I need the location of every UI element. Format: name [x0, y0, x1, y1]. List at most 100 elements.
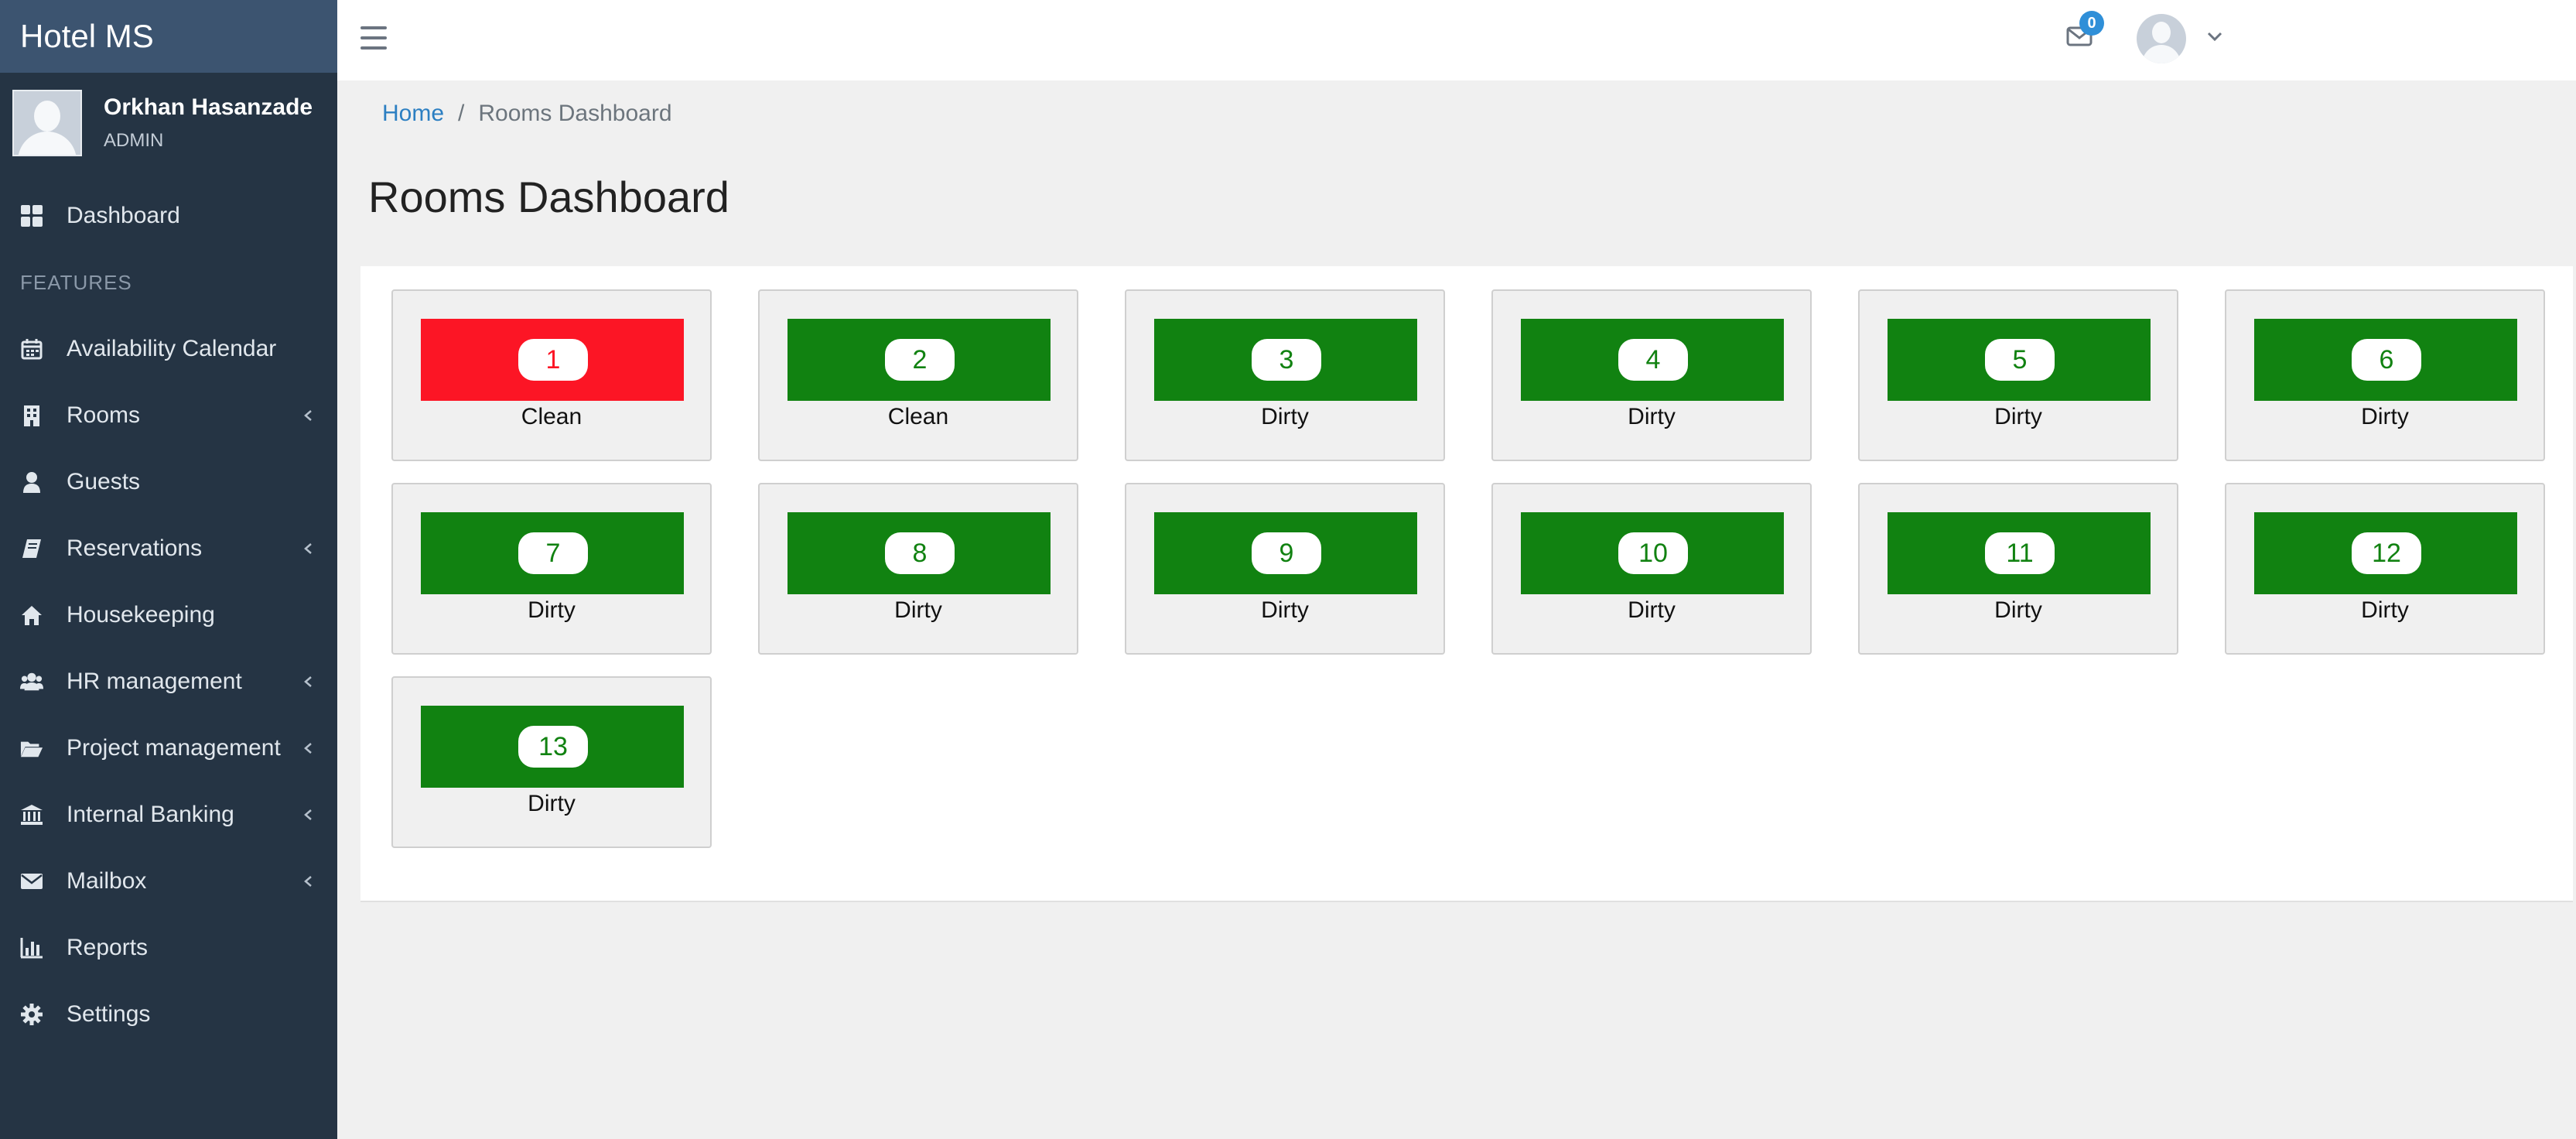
room-card-6[interactable]: 6 Dirty	[2225, 289, 2545, 461]
room-number: 3	[1252, 339, 1321, 381]
breadcrumb-home-link[interactable]: Home	[382, 101, 444, 127]
mail-count-badge: 0	[2079, 11, 2104, 36]
room-number: 11	[1985, 532, 2055, 574]
sidebar-item-mailbox[interactable]: Mailbox	[0, 848, 337, 915]
room-status-bar: 11	[1888, 512, 2151, 594]
room-number: 4	[1618, 339, 1688, 381]
room-card-4[interactable]: 4 Dirty	[1491, 289, 1812, 461]
room-card-12[interactable]: 12 Dirty	[2225, 483, 2545, 655]
calendar-icon	[20, 337, 43, 361]
user-avatar-menu[interactable]	[2137, 14, 2186, 63]
room-status-bar: 10	[1521, 512, 1784, 594]
room-status-bar: 4	[1521, 319, 1784, 401]
breadcrumb-separator: /	[458, 101, 465, 126]
room-status-bar: 1	[421, 319, 684, 401]
room-status-bar: 5	[1888, 319, 2151, 401]
room-status-label: Dirty	[528, 791, 576, 816]
breadcrumb: Home / Rooms Dashboard	[382, 101, 672, 127]
room-status-bar: 6	[2254, 319, 2517, 401]
sidebar-item-label: Project management	[67, 735, 281, 761]
avatar	[12, 90, 82, 156]
sidebar-item-label: Settings	[67, 1001, 151, 1027]
brand-logo[interactable]: Hotel MS	[0, 0, 337, 73]
room-number: 9	[1252, 532, 1321, 574]
room-number: 13	[518, 726, 588, 768]
room-status-bar: 8	[787, 512, 1051, 594]
room-card-1[interactable]: 1 Clean	[391, 289, 712, 461]
room-status-label: Dirty	[1994, 404, 2042, 429]
chevron-left-icon	[302, 537, 314, 560]
room-card-10[interactable]: 10 Dirty	[1491, 483, 1812, 655]
sidebar-item-label: HR management	[67, 669, 242, 694]
room-status-label: Dirty	[2361, 597, 2409, 623]
sidebar-item-project-management[interactable]: Project management	[0, 715, 337, 782]
room-card-3[interactable]: 3 Dirty	[1125, 289, 1445, 461]
room-status-bar: 3	[1154, 319, 1417, 401]
sidebar-item-label: Internal Banking	[67, 802, 234, 827]
sidebar-item-guests[interactable]: Guests	[0, 449, 337, 515]
room-card-7[interactable]: 7 Dirty	[391, 483, 712, 655]
sidebar-item-reservations[interactable]: Reservations	[0, 515, 337, 582]
chevron-left-icon	[302, 870, 314, 893]
user-name: Orkhan Hasanzade	[104, 94, 313, 120]
room-card-8[interactable]: 8 Dirty	[758, 483, 1078, 655]
room-card-13[interactable]: 13 Dirty	[391, 676, 712, 848]
sidebar-item-availability-calendar[interactable]: Availability Calendar	[0, 316, 337, 382]
dashboard-icon	[20, 204, 43, 227]
sidebar-item-dashboard[interactable]: Dashboard	[0, 183, 337, 249]
sidebar-item-housekeeping[interactable]: Housekeeping	[0, 582, 337, 648]
room-status-bar: 13	[421, 706, 684, 788]
user-panel: Orkhan Hasanzade ADMIN	[0, 73, 337, 173]
room-status-bar: 12	[2254, 512, 2517, 594]
sidebar-item-settings[interactable]: Settings	[0, 981, 337, 1048]
chevron-down-icon[interactable]	[2206, 31, 2223, 42]
sidebar-item-label: Housekeeping	[67, 602, 215, 628]
rooms-grid: 1 Clean 2 Clean 3 Dirty 4 Dirty 5 Dirty 6 Dirty 7 Dir…	[360, 266, 2573, 902]
room-status-label: Dirty	[1261, 404, 1309, 429]
sidebar-item-rooms[interactable]: Rooms	[0, 382, 337, 449]
room-card-5[interactable]: 5 Dirty	[1858, 289, 2178, 461]
room-number: 2	[885, 339, 955, 381]
room-status-label: Dirty	[1628, 597, 1676, 623]
sidebar-item-label: Guests	[67, 469, 141, 494]
bar-chart-icon	[20, 936, 43, 959]
room-status-label: Dirty	[528, 597, 576, 623]
sidebar-item-label: Availability Calendar	[67, 336, 277, 361]
room-number: 8	[885, 532, 955, 574]
hamburger-menu-icon[interactable]	[360, 26, 387, 50]
envelope-icon	[20, 870, 43, 893]
room-status-bar: 2	[787, 319, 1051, 401]
room-number: 1	[518, 339, 588, 381]
room-number: 7	[518, 532, 588, 574]
sidebar-item-label: Reservations	[67, 535, 203, 561]
room-status-label: Dirty	[894, 597, 942, 623]
sidebar-item-label: Dashboard	[67, 203, 180, 228]
room-number: 12	[2352, 532, 2421, 574]
sidebar-item-hr-management[interactable]: HR management	[0, 648, 337, 715]
section-header-features: FEATURES	[20, 271, 132, 294]
bank-icon	[20, 803, 43, 826]
book-icon	[20, 537, 43, 560]
sidebar-item-label: Mailbox	[67, 868, 147, 894]
user-icon	[20, 470, 43, 494]
sidebar-item-reports[interactable]: Reports	[0, 915, 337, 981]
users-icon	[20, 670, 43, 693]
room-status-label: Dirty	[1261, 597, 1309, 623]
room-card-9[interactable]: 9 Dirty	[1125, 483, 1445, 655]
room-number: 10	[1618, 532, 1688, 574]
sidebar-item-internal-banking[interactable]: Internal Banking	[0, 782, 337, 848]
room-number: 5	[1985, 339, 2055, 381]
sidebar-item-label: Rooms	[67, 402, 141, 428]
room-number: 6	[2352, 339, 2421, 381]
room-status-bar: 9	[1154, 512, 1417, 594]
room-status-label: Clean	[521, 404, 583, 429]
folder-open-icon	[20, 737, 43, 760]
breadcrumb-current: Rooms Dashboard	[478, 101, 672, 126]
room-card-2[interactable]: 2 Clean	[758, 289, 1078, 461]
home-icon	[20, 604, 43, 627]
room-status-label: Dirty	[2361, 404, 2409, 429]
room-card-11[interactable]: 11 Dirty	[1858, 483, 2178, 655]
chevron-left-icon	[302, 737, 314, 760]
user-role: ADMIN	[104, 130, 164, 151]
chevron-left-icon	[302, 803, 314, 826]
